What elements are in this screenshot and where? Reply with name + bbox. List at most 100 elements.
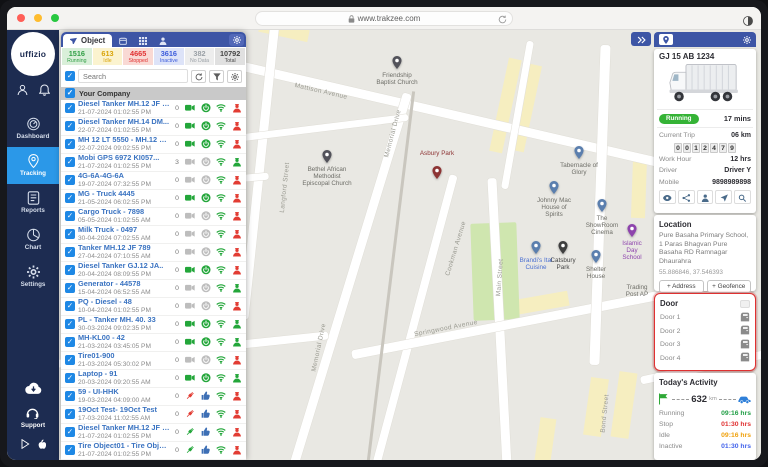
tab-object[interactable]: Object [63,34,112,47]
refresh-button[interactable] [191,70,206,83]
minimize-window-button[interactable] [34,14,42,22]
vehicle-checkbox[interactable] [65,103,75,113]
sidebar-item-support[interactable]: Support [21,407,45,429]
map-marker[interactable] [591,250,601,263]
vehicle-row[interactable]: Diesel Tanker MH.12 JF 7...21-07-2024 01… [61,100,246,118]
vehicle-row[interactable]: Tanker MH.12 JF 78927-04-2024 07:10:55 A… [61,244,246,262]
vehicle-row[interactable]: Diesel Tanker MH.12 JF 7...21-07-2024 01… [61,424,246,442]
sidebar-item-chart[interactable]: Chart [7,221,59,258]
vehicle-row[interactable]: 19Oct Test- 19Oct Test17-03-2024 11:02:5… [61,406,246,424]
sidebar-item-reports[interactable]: Reports [7,184,59,221]
stat-no-data[interactable]: 382No Data [185,48,215,65]
vehicle-checkbox[interactable] [65,157,75,167]
vehicle-row[interactable]: Laptop - 9120-03-2024 09:20:55 AM0 [61,370,246,388]
search-button[interactable] [734,190,751,204]
window-controls[interactable] [17,14,59,22]
vehicle-checkbox[interactable] [65,337,75,347]
expand-panel-button[interactable] [631,32,651,46]
vehicle-row[interactable]: 59 - UI-HHK19-03-2024 04:09:00 AM0 [61,388,246,406]
map-marker[interactable] [574,146,584,159]
vehicle-checkbox[interactable] [65,175,75,185]
vehicle-checkbox[interactable] [65,211,75,221]
filter-button[interactable] [209,70,224,83]
vehicle-row[interactable]: Cargo Truck - 789805-05-2024 01:02:55 AM… [61,208,246,226]
close-window-button[interactable] [17,14,25,22]
list-settings-button[interactable] [227,70,242,83]
map-marker[interactable] [558,241,568,254]
tab-grid[interactable] [133,34,153,47]
company-checkbox[interactable] [65,88,75,98]
vehicle-checkbox[interactable] [65,409,75,419]
user-button[interactable] [697,190,714,204]
vehicle-checkbox[interactable] [65,121,75,131]
vehicle-row[interactable]: MH 12 LT 5550 - MH.12 JF 7...22-07-2024 … [61,136,246,154]
vehicle-checkbox[interactable] [65,229,75,239]
sidebar-item-dashboard[interactable]: Dashboard [7,110,59,147]
vehicle-checkbox[interactable] [65,139,75,149]
add-address-button[interactable]: + Address [659,280,704,293]
map-marker[interactable] [597,199,607,212]
vehicle-checkbox[interactable] [65,301,75,311]
door-collapse-box[interactable] [740,300,750,308]
vehicle-row[interactable]: Milk Truck - 049730-04-2024 07:02:55 AM0 [61,226,246,244]
uffizio-logo[interactable]: uffizio [11,32,55,76]
tab-user[interactable] [153,34,173,47]
detail-tab-location[interactable] [659,34,673,45]
eye-button[interactable] [659,190,676,204]
vehicle-checkbox[interactable] [65,283,75,293]
stat-running[interactable]: 1516Running [62,48,92,65]
map-marker[interactable] [392,56,402,69]
map-marker[interactable] [549,181,559,194]
add-geofence-button[interactable]: + Geofence [707,280,752,293]
share-button[interactable] [678,190,695,204]
map-marker[interactable] [322,150,332,163]
url-bar[interactable]: www.trakzee.com [255,11,513,26]
stat-idle[interactable]: 613Idle [93,48,123,65]
search-input[interactable] [78,69,188,83]
vehicle-checkbox[interactable] [65,427,75,437]
browser-menu-icon[interactable] [743,13,753,31]
sidebar-item-tracking[interactable]: Tracking [7,147,59,184]
vehicle-checkbox[interactable] [65,193,75,203]
vehicle-row[interactable]: Diesel Tanker MH.14 DM...22-07-2024 01:0… [61,118,246,136]
vehicle-row[interactable]: Tire Object01 - Tire Object....21-07-202… [61,442,246,460]
vehicle-checkbox[interactable] [65,391,75,401]
driver-icon [231,373,244,384]
maximize-window-button[interactable] [51,14,59,22]
vehicle-row[interactable]: PL - Tanker MH. 40. 3330-03-2024 09:02:3… [61,316,246,334]
map-marker[interactable] [432,166,442,179]
stat-total[interactable]: 10792Total [215,48,245,65]
vehicle-checkbox[interactable] [65,445,75,455]
navigate-button[interactable] [715,190,732,204]
vehicle-checkbox[interactable] [65,373,75,383]
object-panel-settings-button[interactable] [229,34,244,46]
vehicle-row[interactable]: Mobi GPS 6972 KI057...21-07-2024 01:02:5… [61,154,246,172]
notifications-bell-icon[interactable] [39,83,50,101]
vehicle-row[interactable]: MG - Truck 444521-05-2024 06:02:55 PM0 [61,190,246,208]
cloud-download-icon[interactable] [25,382,42,400]
vehicle-checkbox[interactable] [65,247,75,257]
detail-settings-button[interactable] [743,36,751,44]
vehicle-row[interactable]: IC400D - IC400D21-07-2024 01:02:55 PM0 [61,460,246,461]
vehicle-row[interactable]: PQ - Diesel - 4810-04-2024 01:02:55 PM0 [61,298,246,316]
vehicle-checkbox[interactable] [65,319,75,329]
stat-inactive[interactable]: 3616Inactive [154,48,184,65]
map-marker[interactable] [627,224,637,237]
vehicle-row[interactable]: Diesel Tanker GJ.12 JA..20-04-2024 08:09… [61,262,246,280]
reload-icon[interactable] [498,15,507,26]
vehicle-checkbox[interactable] [65,355,75,365]
stat-stopped[interactable]: 4665Stopped [123,48,153,65]
select-all-checkbox[interactable] [65,71,75,81]
company-group-row[interactable]: Your Company [61,87,246,100]
sidebar-item-settings[interactable]: Settings [7,258,59,295]
apple-icon[interactable] [37,436,46,454]
map-marker[interactable] [531,241,541,254]
vehicle-row[interactable]: Tire01-90021-03-2024 05:30:02 PM0 [61,352,246,370]
user-icon[interactable] [17,83,28,101]
vehicle-row[interactable]: MH-KL00 - 4221-03-2024 03:45:05 PM0 [61,334,246,352]
vehicle-row[interactable]: Generator - 4457815-04-2024 06:52:55 AM0 [61,280,246,298]
vehicle-row[interactable]: 4G-6A-4G-6A19-07-2024 07:32:55 PM0 [61,172,246,190]
vehicle-checkbox[interactable] [65,265,75,275]
tab-box[interactable] [113,34,133,47]
google-play-icon[interactable] [21,436,30,454]
